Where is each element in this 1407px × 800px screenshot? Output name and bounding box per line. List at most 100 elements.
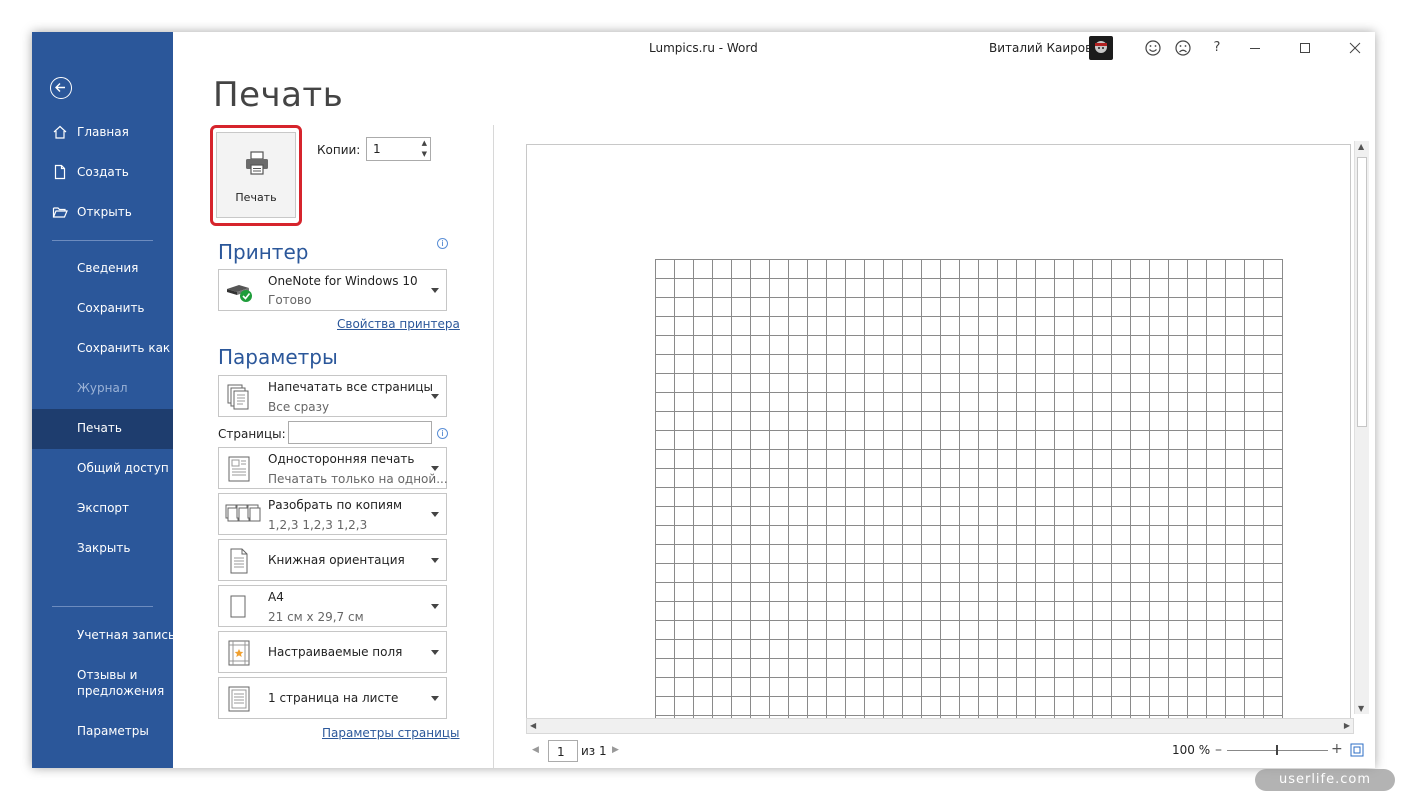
home-icon — [53, 125, 67, 139]
settings-heading: Параметры — [218, 345, 338, 369]
nav-print-label: Печать — [77, 421, 122, 435]
nav-export[interactable]: Экспорт — [32, 489, 173, 529]
chevron-down-icon — [431, 394, 439, 399]
printer-properties-link[interactable]: Свойства принтера — [337, 317, 460, 331]
title-bar: Lumpics.ru - Word Виталий Каиров ? — [173, 32, 1375, 64]
close-icon[interactable] — [1345, 38, 1365, 58]
zoom-level[interactable]: 100 % — [1172, 743, 1210, 757]
horizontal-scrollbar[interactable]: ◀ ▶ — [526, 718, 1354, 734]
decrement-icon[interactable]: ▼ — [422, 150, 427, 158]
nav-share[interactable]: Общий доступ — [32, 449, 173, 489]
increment-icon[interactable]: ▲ — [422, 139, 427, 147]
duplex-sublabel: Печатать только на одной... — [268, 472, 448, 486]
chevron-down-icon — [431, 604, 439, 609]
smile-icon[interactable] — [1143, 38, 1163, 58]
page-number-input[interactable]: 1 — [548, 740, 578, 762]
printer-select[interactable]: OneNote for Windows 10 Готово — [218, 269, 447, 311]
info-icon[interactable]: i — [437, 428, 448, 439]
nav-close-label: Закрыть — [77, 541, 131, 555]
copies-value: 1 — [373, 142, 381, 156]
chevron-down-icon — [431, 558, 439, 563]
vertical-scrollbar[interactable]: ▲ ▼ — [1354, 141, 1369, 714]
zoom-to-page-icon[interactable] — [1349, 742, 1365, 758]
collate-label: Разобрать по копиям — [268, 498, 403, 512]
nav-account-label: Учетная запись — [77, 628, 176, 642]
duplex-label: Односторонняя печать — [268, 452, 415, 466]
paper-size-icon — [230, 595, 246, 618]
nav-print[interactable]: Печать — [32, 409, 173, 449]
chevron-down-icon — [431, 466, 439, 471]
page-setup-link[interactable]: Параметры страницы — [322, 726, 460, 740]
pages-input[interactable] — [288, 421, 432, 444]
scroll-right-icon[interactable]: ▶ — [1344, 721, 1350, 730]
nav-home[interactable]: Главная — [32, 113, 173, 153]
collate-icon — [225, 504, 261, 522]
copies-label: Копии: — [317, 143, 361, 157]
chevron-down-icon — [431, 512, 439, 517]
avatar[interactable] — [1089, 36, 1113, 60]
zoom-out-icon[interactable]: – — [1215, 742, 1222, 758]
page-preview — [526, 144, 1351, 720]
nav-info-label: Сведения — [77, 261, 139, 275]
pages-icon — [227, 384, 249, 410]
user-name[interactable]: Виталий Каиров — [989, 41, 1092, 55]
scroll-down-icon[interactable]: ▼ — [1358, 704, 1364, 713]
new-document-icon — [54, 164, 66, 180]
avatar-image — [1095, 41, 1107, 53]
nav-save-as[interactable]: Сохранить как — [32, 329, 173, 369]
copies-stepper[interactable]: 1 ▲ ▼ — [366, 137, 431, 161]
nav-share-label: Общий доступ — [77, 461, 169, 475]
pages-per-sheet-icon — [228, 686, 250, 712]
nav-new[interactable]: Создать — [32, 153, 173, 193]
duplex-select[interactable]: Односторонняя печать Печатать только на … — [218, 447, 448, 489]
nav-open-label: Открыть — [77, 205, 132, 219]
scroll-up-icon[interactable]: ▲ — [1358, 142, 1364, 151]
grid-preview — [655, 259, 1283, 720]
frown-icon[interactable] — [1173, 38, 1193, 58]
page-title: Печать — [213, 75, 344, 115]
nav-home-label: Главная — [77, 125, 129, 139]
collate-select[interactable]: Разобрать по копиям 1,2,3 1,2,3 1,2,3 — [218, 493, 447, 535]
nav-info[interactable]: Сведения — [32, 249, 173, 289]
nav-feedback-label-1: Отзывы и — [77, 668, 138, 682]
pages-per-sheet-label: 1 страница на листе — [268, 691, 399, 705]
zoom-slider-thumb[interactable] — [1276, 745, 1278, 755]
print-range-sublabel: Все сразу — [268, 400, 330, 414]
back-button[interactable] — [50, 77, 72, 99]
paper-size-select[interactable]: A4 21 см x 29,7 см — [218, 585, 447, 627]
scroll-thumb[interactable] — [1357, 157, 1367, 427]
help-icon[interactable]: ? — [1207, 38, 1227, 58]
maximize-icon[interactable] — [1295, 38, 1315, 58]
nav-save-label: Сохранить — [77, 301, 145, 315]
paper-size-sublabel: 21 см x 29,7 см — [268, 610, 364, 624]
orientation-select[interactable]: Книжная ориентация — [218, 539, 447, 581]
page-number-value: 1 — [557, 745, 565, 759]
nav-options[interactable]: Параметры — [32, 712, 173, 752]
chevron-down-icon — [431, 288, 439, 293]
nav-save[interactable]: Сохранить — [32, 289, 173, 329]
nav-options-label: Параметры — [77, 724, 149, 738]
nav-close[interactable]: Закрыть — [32, 529, 173, 569]
nav-feedback[interactable]: Отзывы и предложения — [32, 656, 173, 704]
minimize-icon[interactable] — [1245, 38, 1265, 58]
nav-new-label: Создать — [77, 165, 129, 179]
printer-status-icon — [227, 285, 252, 302]
zoom-in-icon[interactable]: + — [1331, 741, 1343, 757]
print-range-select[interactable]: Напечатать все страницы Все сразу — [218, 375, 447, 417]
info-icon[interactable]: i — [437, 238, 448, 249]
backstage-nav: Главная Создать Открыть Сведения Сохрани… — [32, 32, 176, 768]
scroll-left-icon[interactable]: ◀ — [530, 721, 536, 730]
nav-export-label: Экспорт — [77, 501, 130, 515]
printer-icon — [246, 151, 268, 175]
next-page-icon[interactable]: ▶ — [612, 745, 619, 755]
nav-open[interactable]: Открыть — [32, 193, 173, 233]
print-button[interactable]: Печать — [216, 132, 296, 218]
margins-select[interactable]: Настраиваемые поля — [218, 631, 447, 673]
nav-account[interactable]: Учетная запись — [32, 616, 176, 656]
prev-page-icon[interactable]: ◀ — [532, 745, 539, 755]
nav-history: Журнал — [32, 369, 173, 409]
margins-icon — [228, 640, 250, 666]
nav-save-as-label: Сохранить как — [77, 341, 171, 355]
printer-name: OneNote for Windows 10 — [268, 274, 418, 288]
pages-per-sheet-select[interactable]: 1 страница на листе — [218, 677, 447, 719]
